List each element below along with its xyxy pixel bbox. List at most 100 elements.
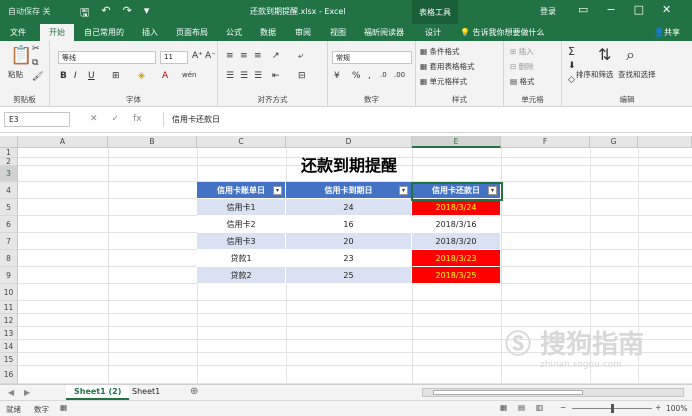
table-header-cell[interactable]: 信用卡到期日 ▾	[286, 182, 412, 199]
row-header[interactable]: 16	[0, 366, 18, 384]
paste-icon[interactable]: 📋	[10, 45, 32, 66]
table-cell[interactable]: 2018/3/20	[412, 233, 501, 250]
close-icon[interactable]: ✕	[662, 3, 671, 16]
table-cell[interactable]: 24	[286, 199, 412, 216]
ribbon-display-options-icon[interactable]: ▭	[578, 3, 588, 16]
add-sheet-icon[interactable]: ⊕	[190, 386, 198, 397]
row-header[interactable]: 10	[0, 284, 18, 301]
copy-icon[interactable]: ⧉	[32, 58, 38, 68]
autosave-toggle[interactable]: 自动保存 关	[8, 6, 51, 17]
name-box[interactable]: E3	[4, 112, 70, 127]
table-cell[interactable]: 16	[286, 216, 412, 233]
decrease-decimal-icon[interactable]: .00	[394, 71, 405, 79]
row-header[interactable]: 9	[0, 267, 18, 284]
column-header-g[interactable]: G	[590, 136, 638, 148]
column-header-h[interactable]	[638, 136, 692, 148]
zoom-slider-thumb[interactable]	[611, 404, 614, 413]
table-header-cell[interactable]: 信用卡账单日 ▾	[197, 182, 286, 199]
table-cell[interactable]: 20	[286, 233, 412, 250]
clear-icon[interactable]: ◇	[568, 75, 575, 85]
page-layout-view-icon[interactable]: ▤	[518, 403, 525, 412]
sheet-tab-sheet1[interactable]: Sheet1	[124, 385, 168, 400]
table-cell[interactable]: 2018/3/16	[412, 216, 501, 233]
delete-cells-button[interactable]: ⊟ 删除	[510, 61, 534, 72]
worksheet-grid[interactable]: A B C D E F G 1 2 3 4 5 6 7 8 9 10 11 12 13 14 15 16 还款…	[0, 136, 692, 384]
number-format-select[interactable]: 常规	[332, 51, 412, 64]
row-header[interactable]: 12	[0, 314, 18, 327]
macro-record-icon[interactable]: ▦	[60, 403, 67, 412]
filter-dropdown-icon[interactable]: ▾	[399, 186, 408, 195]
filter-dropdown-icon[interactable]: ▾	[273, 186, 282, 195]
insert-function-icon[interactable]: fx	[133, 114, 142, 124]
enter-icon[interactable]: ✓	[112, 114, 120, 124]
row-header[interactable]: 15	[0, 353, 18, 366]
table-cell[interactable]: 信用卡3	[197, 233, 286, 250]
row-header[interactable]: 2	[0, 158, 18, 166]
row-header[interactable]: 4	[0, 182, 18, 199]
find-select-button[interactable]: 查找和选择	[618, 69, 656, 80]
row-header[interactable]: 11	[0, 301, 18, 314]
underline-button[interactable]: U	[88, 71, 95, 81]
zoom-in-icon[interactable]: +	[655, 403, 661, 412]
table-cell[interactable]: 2018/3/25	[412, 267, 501, 284]
sort-filter-icon[interactable]: ⇅	[598, 45, 611, 64]
table-cell[interactable]: 2018/3/23	[412, 250, 501, 267]
font-size-select[interactable]: 11	[160, 51, 188, 64]
bold-button[interactable]: B	[60, 71, 67, 81]
tab-home[interactable]: 开始	[40, 24, 74, 41]
indent-icon[interactable]: ⇤	[272, 71, 280, 81]
bottom-align-icon[interactable]: ≡	[254, 51, 262, 61]
table-cell[interactable]: 23	[286, 250, 412, 267]
scroll-left-icon[interactable]: ◀	[8, 388, 14, 397]
align-center-icon[interactable]: ☰	[240, 71, 248, 81]
minimize-icon[interactable]: −	[606, 3, 615, 16]
increase-decimal-icon[interactable]: .0	[380, 71, 387, 79]
horizontal-scrollbar-thumb[interactable]	[433, 390, 583, 395]
align-right-icon[interactable]: ☰	[254, 71, 262, 81]
grow-font-icon[interactable]: A⁺	[192, 51, 203, 61]
redo-icon[interactable]: ↷	[123, 4, 132, 23]
page-break-view-icon[interactable]: ▥	[536, 403, 543, 412]
customize-quick-access-icon[interactable]: ▾	[144, 4, 150, 23]
normal-view-icon[interactable]: ▦	[500, 403, 507, 412]
cell-styles-button[interactable]: ▦ 单元格样式	[420, 76, 467, 87]
tab-foxit[interactable]: 福昕阅读器	[364, 27, 404, 38]
zoom-out-icon[interactable]: −	[560, 403, 566, 412]
column-header-d[interactable]: D	[286, 136, 412, 148]
tab-formulas[interactable]: 公式	[226, 27, 242, 38]
tab-file[interactable]: 文件	[10, 27, 26, 38]
paste-button[interactable]: 粘贴	[8, 69, 23, 80]
cut-icon[interactable]: ✂	[32, 44, 40, 54]
conditional-formatting-button[interactable]: ▦ 条件格式	[420, 46, 459, 57]
tab-design[interactable]: 设计	[425, 27, 441, 38]
maximize-icon[interactable]: □	[634, 3, 644, 16]
row-header[interactable]: 7	[0, 233, 18, 250]
row-header[interactable]: 6	[0, 216, 18, 233]
top-align-icon[interactable]: ≡	[226, 51, 234, 61]
column-header-b[interactable]: B	[108, 136, 197, 148]
tab-insert[interactable]: 插入	[142, 27, 158, 38]
row-header[interactable]: 13	[0, 327, 18, 340]
comma-button[interactable]: ,	[368, 71, 371, 81]
format-painter-icon[interactable]: 🖌	[32, 72, 43, 82]
column-header-f[interactable]: F	[501, 136, 590, 148]
percent-button[interactable]: %	[352, 71, 361, 81]
row-header[interactable]: 3	[0, 166, 18, 182]
table-cell[interactable]: 信用卡1	[197, 199, 286, 216]
sheet-tab-sheet1-2[interactable]: Sheet1 (2)	[66, 385, 130, 400]
row-header[interactable]: 14	[0, 340, 18, 353]
shrink-font-icon[interactable]: A⁻	[205, 51, 216, 61]
middle-align-icon[interactable]: ≡	[240, 51, 248, 61]
merge-center-icon[interactable]: ⊟	[298, 71, 306, 81]
formula-input[interactable]: 信用卡还款日	[163, 112, 687, 127]
fill-icon[interactable]: ⬇	[568, 61, 576, 71]
column-header-c[interactable]: C	[197, 136, 286, 148]
table-cell[interactable]: 贷款1	[197, 250, 286, 267]
align-left-icon[interactable]: ☰	[226, 71, 234, 81]
row-header[interactable]: 5	[0, 199, 18, 216]
format-cells-button[interactable]: ▤ 格式	[510, 76, 534, 87]
horizontal-scrollbar[interactable]	[422, 388, 684, 397]
font-color-icon[interactable]: A	[162, 71, 168, 81]
find-select-icon[interactable]: ⌕	[626, 45, 635, 65]
tab-view[interactable]: 视图	[330, 27, 346, 38]
